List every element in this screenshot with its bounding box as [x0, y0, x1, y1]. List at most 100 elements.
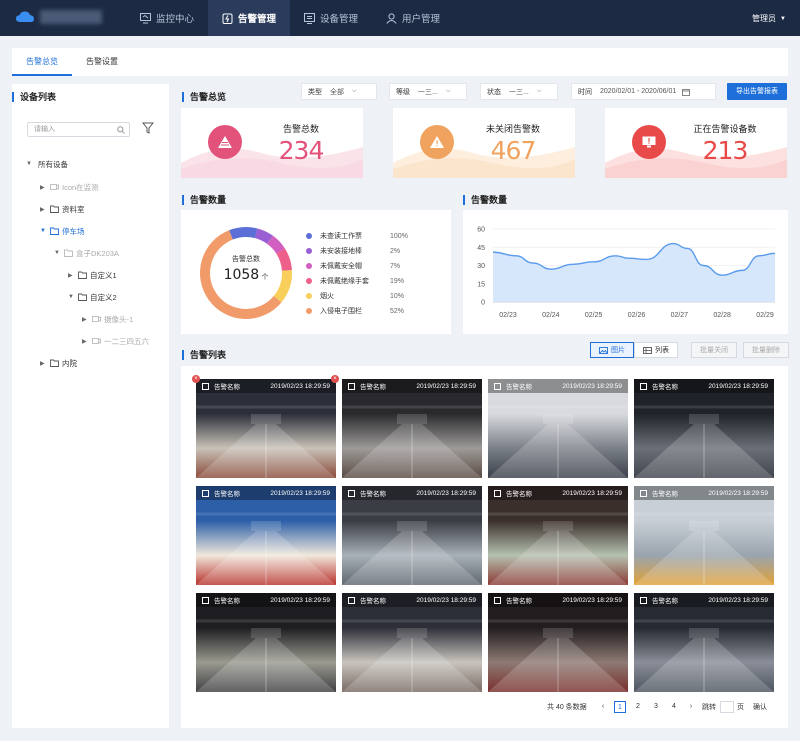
alarm-card[interactable]: 告警名称 2019/02/23 18:29:59 [634, 379, 774, 478]
alarm-card[interactable]: 告警名称 2019/02/23 18:29:59 [634, 593, 774, 692]
alarm-card[interactable]: 告警名称 2019/02/23 18:29:59 [488, 486, 628, 585]
select-checkbox[interactable] [640, 382, 647, 390]
select-checkbox[interactable] [494, 489, 501, 497]
confirm-jump-button[interactable]: 确认 [753, 702, 767, 712]
tree-node[interactable]: ▼ 停车场 [40, 225, 85, 237]
nav-item-label: 设备管理 [320, 14, 359, 25]
tree-node[interactable]: ▼ 自定义2 [68, 291, 117, 303]
tree-node[interactable]: ▶ 自定义1 [68, 269, 117, 281]
select-checkbox[interactable] [348, 596, 355, 604]
nav-item-2[interactable]: 设备管理 [290, 0, 372, 36]
donut-section-title: 告警数量 [182, 193, 226, 206]
tree-node[interactable]: ▶ Icon在监测 [40, 181, 99, 193]
tab-alarm-settings[interactable]: 告警设置 [72, 48, 132, 76]
legend-dot [306, 308, 312, 314]
select-checkbox[interactable] [494, 382, 501, 390]
batch-close-button[interactable]: 批量关闭 [691, 342, 737, 358]
page-number-button[interactable]: 2 [632, 701, 644, 713]
alarm-card[interactable]: 告警名称 2019/02/23 18:29:59 [196, 593, 336, 692]
alarm-time: 2019/02/23 18:29:59 [270, 489, 330, 497]
donut-legend-item: 入侵电子围栏 52% [306, 306, 404, 316]
search-icon[interactable] [117, 126, 125, 134]
tree-node-label: 摄像头-1 [104, 314, 134, 324]
alarm-time: 2019/02/23 18:29:59 [270, 382, 330, 390]
kpi-card-unclosed: 未关闭告警数 467 [393, 108, 575, 178]
alarm-total-icon [208, 125, 242, 159]
level-filter[interactable]: 等级 一三... ⌵ [389, 83, 467, 100]
alarm-card[interactable]: 告警名称 2019/02/23 18:29:59 [488, 593, 628, 692]
nav-item-label: 用户管理 [402, 14, 441, 25]
prev-page-button[interactable]: ‹ [597, 701, 609, 713]
list-view-button[interactable]: 列表 [634, 342, 678, 358]
export-report-button[interactable]: 导出告警报表 [727, 83, 787, 100]
alarm-card-caption: 告警名称 2019/02/23 18:29:59 [634, 486, 774, 500]
select-checkbox[interactable] [348, 382, 355, 390]
select-checkbox[interactable] [348, 489, 355, 497]
select-checkbox[interactable] [202, 596, 209, 604]
caret-right-icon[interactable]: ▶ [82, 316, 90, 323]
alarm-card[interactable]: 告警名称 2019/02/23 18:29:59 [634, 486, 774, 585]
image-view-button[interactable]: 图片 [590, 342, 634, 358]
legend-percent: 7% [390, 262, 401, 270]
select-checkbox[interactable] [202, 382, 209, 390]
caret-down-icon[interactable]: ▼ [26, 161, 34, 167]
batch-delete-button[interactable]: 批量删除 [743, 342, 789, 358]
tree-node[interactable]: ▶ 摄像头-1 [82, 313, 133, 325]
alarm-name: 告警名称 [506, 598, 532, 605]
page-number-button[interactable]: 4 [668, 701, 680, 713]
select-checkbox[interactable] [202, 489, 209, 497]
close-badge-icon[interactable]: × [331, 375, 339, 383]
filter-icon[interactable] [142, 122, 154, 134]
tab-alarm-overview[interactable]: 告警总览 [12, 48, 72, 76]
jump-page-input[interactable] [720, 701, 734, 713]
nav-item-1[interactable]: 告警管理 [208, 0, 291, 36]
tree-node-label: 自定义1 [90, 270, 117, 280]
kpi-unclosed-label: 未关闭告警数 [485, 124, 540, 134]
time-range-picker[interactable]: 时间 2020/02/01 - 2020/06/01 [571, 83, 716, 100]
caret-right-icon[interactable]: ▶ [40, 360, 48, 367]
tree-node-label: 资料室 [62, 204, 85, 214]
chevron-down-icon: ⌵ [352, 88, 357, 94]
select-checkbox[interactable] [640, 596, 647, 604]
alarm-time: 2019/02/23 18:29:59 [270, 596, 330, 604]
device-search-input[interactable]: 请输入 [27, 122, 130, 137]
page-number-button[interactable]: 3 [650, 701, 662, 713]
alarm-card[interactable]: 告警名称 2019/02/23 18:29:59 [342, 593, 482, 692]
select-checkbox[interactable] [494, 596, 501, 604]
caret-right-icon[interactable]: ▶ [40, 184, 48, 191]
alarm-card[interactable]: 告警名称 2019/02/23 18:29:59 [196, 486, 336, 585]
alarm-card[interactable]: 告警名称 2019/02/23 18:29:59 [342, 486, 482, 585]
caret-down-icon[interactable]: ▼ [68, 294, 76, 300]
type-filter-label: 类型 [308, 88, 322, 96]
tree-node[interactable]: ▶ 一二三四五六 [82, 335, 149, 347]
tree-node[interactable]: ▼ 所有设备 [26, 158, 68, 170]
select-checkbox[interactable] [640, 489, 647, 497]
caret-right-icon[interactable]: ▶ [40, 206, 48, 213]
type-filter[interactable]: 类型 全部 ⌵ [301, 83, 377, 100]
close-badge-icon[interactable]: × [192, 375, 200, 383]
user-menu[interactable]: 管理员 ▼ [752, 13, 786, 24]
status-filter[interactable]: 状态 一三... ⌵ [480, 83, 558, 100]
next-page-button[interactable]: › [685, 701, 697, 713]
alarm-card-caption: 告警名称 2019/02/23 18:29:59 [488, 593, 628, 607]
legend-dot [306, 248, 312, 254]
nav-item-3[interactable]: 用户管理 [372, 0, 454, 36]
alarm-card[interactable]: 告警名称 2019/02/23 18:29:59 [488, 379, 628, 478]
alarm-time: 2019/02/23 18:29:59 [708, 489, 768, 497]
caret-down-icon[interactable]: ▼ [54, 250, 62, 256]
donut-total-value: 1058 [223, 267, 260, 283]
image-view-label: 图片 [611, 347, 625, 354]
alarm-card[interactable]: 告警名称 2019/02/23 18:29:59 [342, 379, 482, 478]
tree-node[interactable]: ▶ 内院 [40, 357, 77, 369]
sub-tab-bar: 告警总览 告警设置 [12, 48, 788, 76]
caret-right-icon[interactable]: ▶ [82, 338, 90, 345]
caret-right-icon[interactable]: ▶ [68, 272, 76, 279]
alarm-card-caption: 告警名称 2019/02/23 18:29:59 [196, 379, 336, 393]
caret-down-icon[interactable]: ▼ [40, 228, 48, 234]
alarm-card[interactable]: 告警名称 2019/02/23 18:29:59 [196, 379, 336, 478]
nav-item-0[interactable]: 监控中心 [126, 0, 208, 36]
page-number-button[interactable]: 1 [614, 701, 626, 713]
tree-node[interactable]: ▶ 资料室 [40, 203, 85, 215]
logo[interactable] [16, 10, 102, 24]
tree-node[interactable]: ▼ 盒子DK203A [54, 247, 119, 259]
